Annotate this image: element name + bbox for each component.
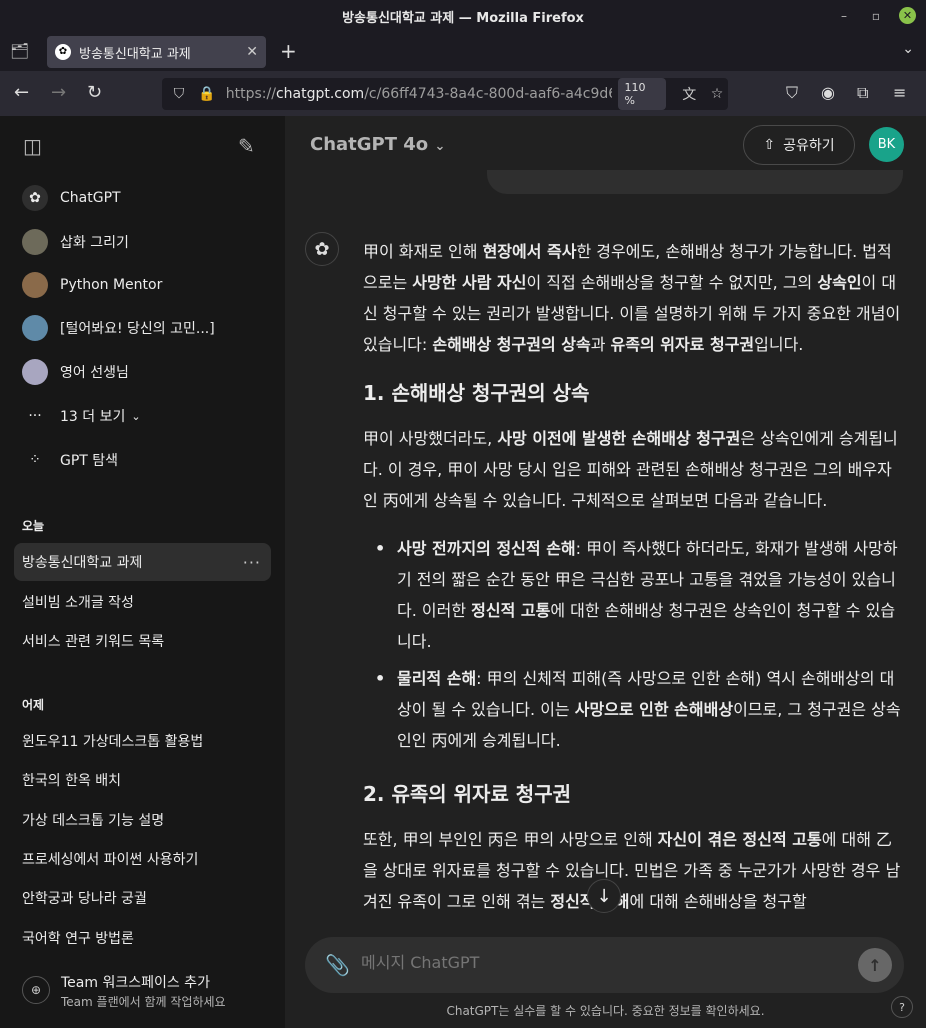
message-paragraph: 또한, 甲의 부인인 丙은 甲의 사망으로 인해 자신이 겪은 정신적 고통에 … — [363, 830, 901, 911]
tab-bar: 🗂 ✿ 방송통신대학교 과제 ✕ + ⌄ — [0, 33, 926, 71]
new-chat-icon[interactable]: ✎ — [238, 134, 255, 158]
sidebar-item-gpt[interactable]: [털어봐요! 당신의 고민...] — [14, 309, 271, 347]
message-input[interactable] — [361, 953, 841, 972]
history-item[interactable]: 국어학 연구 방법론 — [14, 919, 271, 957]
user-avatar[interactable]: BK — [869, 127, 904, 162]
minimize-icon[interactable]: – — [835, 9, 853, 23]
send-button[interactable]: ↑ — [858, 948, 892, 982]
restore-icon[interactable]: ▫ — [867, 9, 885, 23]
composer: 📎 ↑ — [305, 937, 904, 993]
gpt-avatar-icon — [22, 315, 48, 341]
history-item[interactable]: 안학궁과 당나라 궁궐 — [14, 879, 271, 917]
message-paragraph: 甲이 사망했더라도, 사망 이전에 발생한 손해배상 청구권은 상속인에게 승계… — [363, 429, 898, 510]
history-item[interactable]: 설비빔 소개글 작성 — [14, 583, 271, 621]
more-dots-icon: ··· — [28, 408, 42, 424]
window-title: 방송통신대학교 과제 — Mozilla Firefox — [342, 11, 584, 26]
history-item[interactable]: 윈도우11 가상데스크톱 활용법 — [14, 722, 271, 760]
pocket-icon[interactable]: ⛉ — [786, 83, 798, 103]
extensions-icon[interactable]: ⧉ — [857, 83, 868, 103]
grid-icon: ⁘ — [29, 452, 41, 468]
share-button[interactable]: ⇧ 공유하기 — [743, 125, 855, 165]
browser-tab[interactable]: ✿ 방송통신대학교 과제 ✕ — [47, 36, 266, 68]
url-text[interactable]: https://chatgpt.com/c/66ff4743-8a4c-800d… — [226, 86, 612, 102]
sidebar-item-chatgpt[interactable]: ✿ ChatGPT — [14, 179, 271, 217]
history-item[interactable]: 방송통신대학교 과제 ··· — [14, 543, 271, 581]
more-options-icon[interactable]: ··· — [243, 553, 261, 572]
team-workspace-button[interactable]: ⊕ Team 워크스페이스 추가 Team 플랜에서 함께 작업하세요 — [22, 970, 272, 1014]
history-item[interactable]: 서비스 관련 키워드 목록 — [14, 622, 271, 660]
shield-icon[interactable]: ⛉ — [168, 86, 190, 102]
chevron-down-icon: ⌄ — [434, 139, 446, 154]
message-heading: 1. 손해배상 청구권의 상속 — [363, 381, 590, 405]
window-titlebar: 방송통신대학교 과제 — Mozilla Firefox – ▫ ✕ — [0, 0, 926, 33]
forward-icon[interactable]: → — [51, 82, 66, 103]
chevron-down-icon[interactable]: ⌄ — [902, 41, 914, 57]
window-controls: – ▫ ✕ — [835, 7, 916, 24]
account-icon[interactable]: ◉ — [821, 83, 835, 102]
navigation-bar: ← → ↻ ⛉ 🔒 https://chatgpt.com/c/66ff4743… — [0, 71, 926, 116]
disclaimer: ChatGPT는 실수를 할 수 있습니다. 중요한 정보를 확인하세요. — [446, 1004, 765, 1018]
model-selector[interactable]: ChatGPT 4o ⌄ — [310, 134, 445, 155]
sidebar-toggle-icon[interactable]: ◫ — [23, 134, 42, 158]
list-item: 물리적 손해: 甲의 신체적 피해(즉 사망으로 인한 손해) 역시 손해배상의… — [375, 663, 906, 756]
user-message-bubble — [487, 170, 903, 194]
chatgpt-logo-icon: ✿ — [22, 185, 48, 211]
reload-icon[interactable]: ↻ — [87, 82, 102, 103]
history-item[interactable]: 한국의 한옥 배치 — [14, 761, 271, 799]
history-item[interactable]: 프로세싱에서 파이썬 사용하기 — [14, 840, 271, 878]
sidebar-item-gpt[interactable]: 영어 선생님 — [14, 353, 271, 391]
close-window-icon[interactable]: ✕ — [899, 7, 916, 24]
back-icon[interactable]: ← — [14, 82, 29, 103]
message-paragraph: 甲이 화재로 인해 현장에서 즉사한 경우에도, 손해배상 청구가 가능합니다.… — [363, 242, 901, 354]
zoom-level[interactable]: 110 % — [617, 78, 667, 110]
sidebar-explore-gpts[interactable]: ⁘ GPT 탐색 — [14, 441, 271, 479]
menu-icon[interactable]: ≡ — [893, 83, 906, 102]
list-item: 사망 전까지의 정신적 손해: 甲이 즉사했다 하더라도, 화재가 발생해 사망… — [375, 533, 906, 657]
close-tab-icon[interactable]: ✕ — [246, 44, 258, 60]
help-button[interactable]: ? — [891, 996, 913, 1018]
gpt-avatar-icon — [22, 229, 48, 255]
translate-icon[interactable]: 文 — [678, 84, 700, 104]
sidebar-more-button[interactable]: ··· 13 더 보기 ⌄ — [14, 397, 271, 435]
tab-list-icon[interactable]: 🗂 — [10, 42, 30, 60]
chevron-down-icon: ⌄ — [131, 409, 141, 423]
message-list: 사망 전까지의 정신적 손해: 甲이 즉사했다 하더라도, 화재가 발생해 사망… — [375, 533, 906, 756]
history-item[interactable]: 가상 데스크톱 기능 설명 — [14, 801, 271, 839]
assistant-message: 甲이 화재로 인해 현장에서 즉사한 경우에도, 손해배상 청구가 가능합니다.… — [363, 236, 906, 934]
section-yesterday: 어제 — [22, 698, 45, 712]
section-today: 오늘 — [22, 519, 45, 533]
chatgpt-favicon-icon: ✿ — [55, 44, 71, 60]
bookmark-star-icon[interactable]: ☆ — [706, 86, 728, 102]
url-bar[interactable]: ⛉ 🔒 https://chatgpt.com/c/66ff4743-8a4c-… — [162, 78, 728, 110]
scroll-down-button[interactable]: ↓ — [587, 879, 621, 913]
chatgpt-logo-icon: ✿ — [305, 232, 339, 266]
tab-title: 방송통신대학교 과제 — [79, 46, 191, 62]
message-heading: 2. 유족의 위자료 청구권 — [363, 782, 572, 806]
paperclip-icon[interactable]: 📎 — [325, 953, 350, 977]
share-icon: ⇧ — [763, 137, 776, 153]
new-tab-icon[interactable]: + — [280, 39, 297, 63]
chat-main: ChatGPT 4o ⌄ ⇧ 공유하기 BK ✿ 甲이 화재로 인해 현장에서 즉… — [285, 116, 926, 1028]
sidebar-item-gpt[interactable]: Python Mentor — [14, 266, 271, 304]
gpt-avatar-icon — [22, 359, 48, 385]
lock-icon[interactable]: 🔒 — [196, 86, 218, 102]
sidebar-item-gpt[interactable]: 삽화 그리기 — [14, 223, 271, 261]
sidebar: ◫ ✎ ✿ ChatGPT 삽화 그리기 Python Mentor [털어봐요… — [0, 116, 285, 1028]
team-add-icon: ⊕ — [22, 976, 50, 1004]
gpt-avatar-icon — [22, 272, 48, 298]
